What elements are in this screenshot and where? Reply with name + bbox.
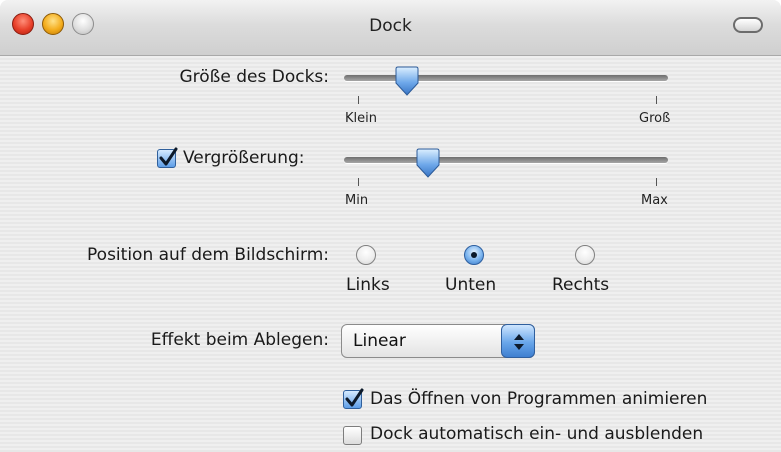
radio-unten-label[interactable]: Unten — [445, 275, 496, 295]
auto-hide-label[interactable]: Dock automatisch ein- und ausblenden — [370, 424, 703, 444]
magnification-checkbox[interactable] — [157, 147, 178, 168]
animate-opening-checkbox[interactable] — [343, 388, 364, 409]
auto-hide-checkbox[interactable] — [343, 426, 362, 445]
magnification-tick-min — [358, 178, 359, 186]
position-label: Position auf dem Bildschirm: — [87, 245, 329, 265]
toolbar-toggle-button[interactable] — [733, 17, 763, 33]
dock-size-min-label: Klein — [345, 111, 377, 126]
checkmark-icon — [345, 388, 364, 407]
dock-size-max-label: Groß — [639, 111, 671, 126]
magnification-slider-track[interactable] — [344, 157, 668, 163]
radio-links-label[interactable]: Links — [346, 275, 390, 295]
animate-opening-label[interactable]: Das Öffnen von Programmen animieren — [370, 389, 707, 409]
magnification-tick-max — [656, 178, 657, 186]
radio-dot-icon — [471, 252, 477, 258]
title-bar[interactable]: Dock — [0, 0, 781, 56]
slider-thumb-icon — [395, 66, 419, 96]
magnification-label: Vergrößerung: — [183, 148, 305, 168]
window-title: Dock — [369, 16, 412, 36]
dock-preferences-window: Dock Größe des Docks: Klein Groß Vergröß… — [0, 0, 781, 452]
magnification-slider-thumb[interactable] — [416, 148, 440, 178]
magnification-min-label: Min — [345, 193, 369, 208]
dock-size-tick-min — [358, 96, 359, 104]
minimize-effect-label: Effekt beim Ablegen: — [150, 330, 329, 350]
minimize-effect-popup[interactable]: Linear — [341, 324, 535, 358]
slider-thumb-icon — [416, 148, 440, 178]
dock-size-slider-thumb[interactable] — [395, 66, 419, 96]
dock-size-label: Größe des Docks: — [179, 67, 329, 87]
radio-rechts-label[interactable]: Rechts — [552, 275, 609, 295]
popup-arrows-icon — [501, 324, 535, 358]
dock-size-slider-track[interactable] — [344, 75, 668, 81]
radio-rechts[interactable] — [575, 245, 595, 265]
minimize-effect-value: Linear — [353, 331, 406, 351]
radio-unten[interactable] — [464, 245, 484, 265]
magnification-max-label: Max — [641, 193, 668, 208]
dock-size-tick-max — [656, 96, 657, 104]
radio-links[interactable] — [356, 245, 376, 265]
checkmark-icon — [159, 147, 178, 166]
